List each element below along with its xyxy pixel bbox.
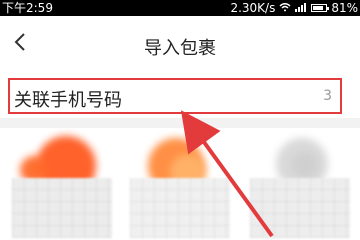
thumbnail-placeholder [12,178,112,238]
thumbnail-grid [0,128,360,240]
page-title: 导入包裹 [144,38,216,59]
battery-icon [311,4,330,12]
thumbnail-card[interactable] [130,128,230,240]
list-item-count: 3 [323,88,332,104]
status-bar: 下午2:59 2.30K/s 81% [0,0,360,16]
wifi-icon [279,0,291,16]
thumbnail-placeholder [250,178,350,238]
list-item-label: 关联手机号码 [14,90,122,111]
thumbnail-blob [292,152,318,178]
battery-percent: 81% [331,1,358,15]
thumbnail-placeholder [130,178,230,238]
divider [0,118,360,128]
thumbnail-card[interactable] [12,128,112,240]
header: 导入包裹 [0,16,360,73]
network-speed: 2.30K/s [230,1,276,15]
status-right: 2.30K/s 81% [230,0,358,16]
thumbnail-card[interactable] [250,128,350,240]
signal-icon [295,0,307,16]
list-section: 关联手机号码 3 [0,72,360,118]
status-time: 下午2:59 [2,1,53,15]
battery-level [313,6,324,10]
list-item-link-phone[interactable]: 关联手机号码 3 [8,78,342,114]
